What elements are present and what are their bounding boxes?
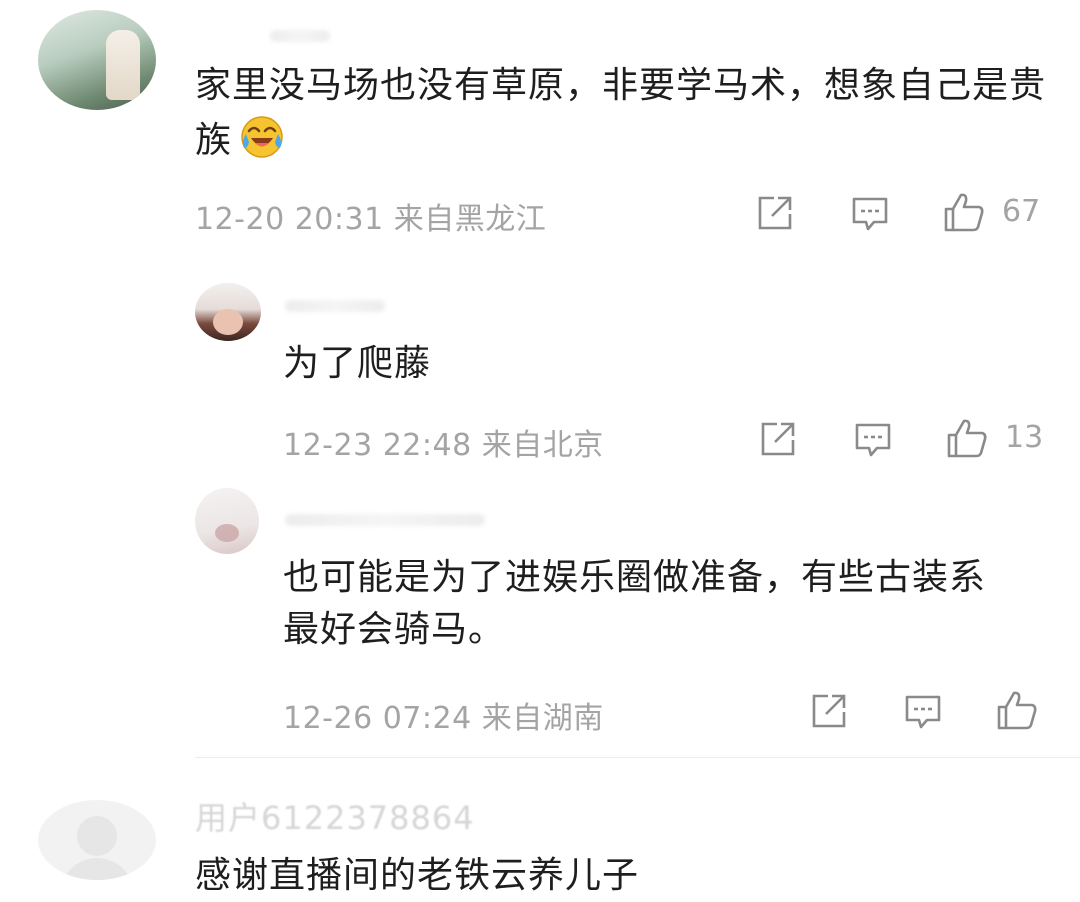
- comment-meta: 12-20 20:31 来自黑龙江: [195, 194, 546, 238]
- share-icon: [761, 422, 795, 456]
- username[interactable]: 用户6122378864: [195, 793, 475, 839]
- comment-time: 12-20 20:31: [195, 202, 384, 237]
- share-button[interactable]: [759, 420, 799, 458]
- avatar[interactable]: [195, 283, 261, 341]
- comment-text: 家里没马场也没有草原，非要学马术，想象自己是贵族: [195, 65, 1047, 161]
- reply-button[interactable]: [850, 194, 890, 234]
- avatar[interactable]: [38, 10, 156, 110]
- divider: [195, 757, 1080, 758]
- comment-meta: 12-26 07:24 来自湖南: [283, 693, 604, 737]
- like-count: 67: [1002, 194, 1041, 229]
- like-icon: [947, 419, 987, 458]
- comment-location: 来自黑龙江: [393, 202, 547, 237]
- avatar[interactable]: [38, 800, 156, 880]
- username-blurred[interactable]: [270, 30, 330, 42]
- comment-meta: 12-23 22:48 来自北京: [283, 420, 604, 464]
- avatar[interactable]: [195, 488, 259, 554]
- comment-text: 也可能是为了进娱乐圈做准备，有些古装系最好会骑马。: [283, 557, 987, 650]
- comment-time: 12-26 07:24: [283, 701, 472, 736]
- username-blurred[interactable]: [285, 514, 485, 526]
- share-button[interactable]: [810, 692, 850, 730]
- like-button[interactable]: 13: [945, 416, 1045, 460]
- like-button[interactable]: 67: [942, 190, 1042, 234]
- reply-icon: [855, 423, 891, 457]
- share-icon: [758, 196, 792, 230]
- username-blurred[interactable]: [285, 300, 385, 312]
- reply-button[interactable]: [853, 420, 893, 460]
- like-icon: [997, 691, 1037, 730]
- like-button[interactable]: [995, 688, 1043, 732]
- laugh-cry-emoji: [238, 112, 286, 160]
- reply-icon: [852, 197, 888, 231]
- comment-time: 12-23 22:48: [283, 428, 472, 463]
- comment-location: 来自湖南: [481, 701, 604, 736]
- comment-text: 为了爬藤: [283, 343, 432, 384]
- comment-text: 感谢直播间的老铁云养儿子: [195, 855, 640, 896]
- reply-button[interactable]: [903, 692, 943, 732]
- like-icon: [944, 193, 984, 232]
- reply-icon: [905, 695, 941, 729]
- share-button[interactable]: [756, 194, 796, 232]
- share-icon: [812, 694, 846, 728]
- comment-location: 来自北京: [481, 428, 604, 463]
- like-count: 13: [1005, 420, 1044, 455]
